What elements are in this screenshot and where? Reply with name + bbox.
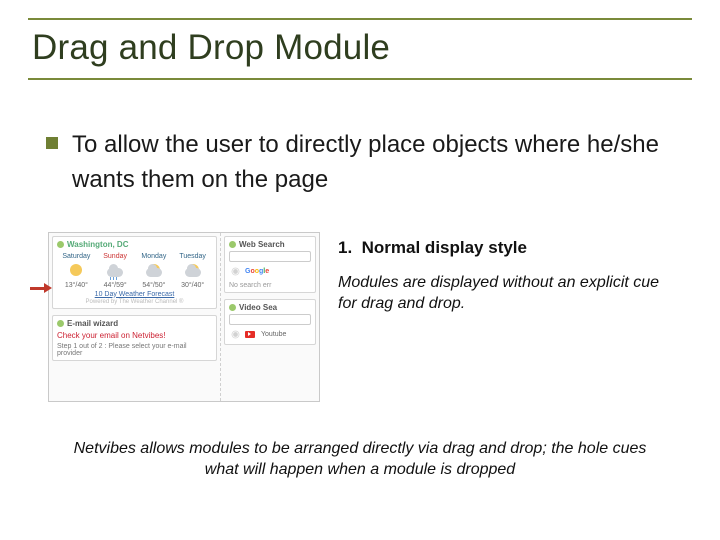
explanation-column: 1. Normal display style Modules are disp…	[338, 232, 674, 315]
video-search-module: Video Sea Youtube	[224, 299, 316, 345]
cloud-icon	[143, 262, 165, 280]
sun-icon	[65, 262, 87, 280]
weather-powered: Powered by The Weather Channel ®	[57, 299, 212, 305]
radio-icon	[232, 267, 240, 275]
module-dot-icon	[57, 241, 64, 248]
search-noerr: No search err	[229, 282, 311, 289]
module-dot-icon	[57, 320, 64, 327]
step-description: Modules are displayed without an explici…	[338, 272, 674, 315]
screenshot-wrap: Washington, DC Saturday 13°/40°	[48, 232, 320, 402]
module-dot-icon	[229, 304, 236, 311]
email-wizard-module: E-mail wizard Check your email on Netvib…	[52, 315, 217, 361]
slide-caption: Netvibes allows modules to be arranged d…	[46, 438, 674, 481]
video-engine: Youtube	[229, 328, 311, 341]
video-search-input-mock	[229, 314, 311, 325]
slide: Drag and Drop Module To allow the user t…	[0, 0, 720, 540]
weather-temps: 30°/40°	[176, 282, 210, 289]
weather-location: Washington, DC	[67, 240, 128, 249]
screenshot-col-right: Web Search Google No search err	[221, 233, 319, 401]
wizard-line2: Step 1 out of 2 : Please select your e-m…	[57, 343, 212, 357]
slide-title: Drag and Drop Module	[28, 24, 692, 78]
search-header: Web Search	[229, 240, 311, 249]
weather-temps: 54°/50°	[137, 282, 171, 289]
radio-icon	[232, 330, 240, 338]
youtube-icon	[245, 331, 255, 338]
video-yt-label: Youtube	[261, 331, 286, 338]
weather-forecast-link: 10 Day Weather Forecast	[57, 291, 212, 298]
step-heading: Normal display style	[362, 238, 527, 257]
bullet-text: To allow the user to directly place obje…	[72, 128, 674, 198]
square-bullet-icon	[46, 137, 58, 149]
wizard-header: E-mail wizard	[57, 319, 212, 328]
weather-day: Saturday 13°/40°	[59, 253, 93, 289]
weather-day-name: Monday	[137, 253, 171, 260]
video-header: Video Sea	[229, 303, 311, 312]
module-dot-icon	[229, 241, 236, 248]
screenshot-row: Washington, DC Saturday 13°/40°	[49, 233, 319, 401]
weather-days: Saturday 13°/40° Sunday 44°/59°	[57, 253, 212, 289]
weather-module: Washington, DC Saturday 13°/40°	[52, 236, 217, 309]
search-input-mock	[229, 251, 311, 262]
step-title: 1. Normal display style	[338, 238, 674, 258]
search-title: Web Search	[239, 240, 285, 249]
search-engine: Google	[229, 265, 311, 278]
cloud-icon	[182, 262, 204, 280]
weather-temps: 13°/40°	[59, 282, 93, 289]
step-number: 1.	[338, 238, 352, 257]
slide-body: To allow the user to directly place obje…	[28, 80, 692, 481]
weather-day-name: Tuesday	[176, 253, 210, 260]
weather-day-name: Sunday	[98, 253, 132, 260]
bullet-row: To allow the user to directly place obje…	[46, 128, 674, 198]
annotation-arrow-icon	[30, 284, 52, 294]
weather-day-name: Saturday	[59, 253, 93, 260]
weather-temps: 44°/59°	[98, 282, 132, 289]
weather-day: Monday 54°/50°	[137, 253, 171, 289]
weather-module-header: Washington, DC	[57, 240, 212, 249]
wizard-line1: Check your email on Netvibes!	[57, 331, 212, 340]
wizard-title: E-mail wizard	[67, 319, 118, 328]
content-row: Washington, DC Saturday 13°/40°	[46, 232, 674, 402]
screenshot-col-left: Washington, DC Saturday 13°/40°	[49, 233, 221, 401]
title-rule-top	[28, 18, 692, 20]
rain-icon	[104, 262, 126, 280]
weather-day: Sunday 44°/59°	[98, 253, 132, 289]
web-search-module: Web Search Google No search err	[224, 236, 316, 293]
video-title: Video Sea	[239, 303, 277, 312]
weather-day: Tuesday 30°/40°	[176, 253, 210, 289]
netvibes-screenshot: Washington, DC Saturday 13°/40°	[48, 232, 320, 402]
google-logo-icon: Google	[245, 268, 269, 275]
